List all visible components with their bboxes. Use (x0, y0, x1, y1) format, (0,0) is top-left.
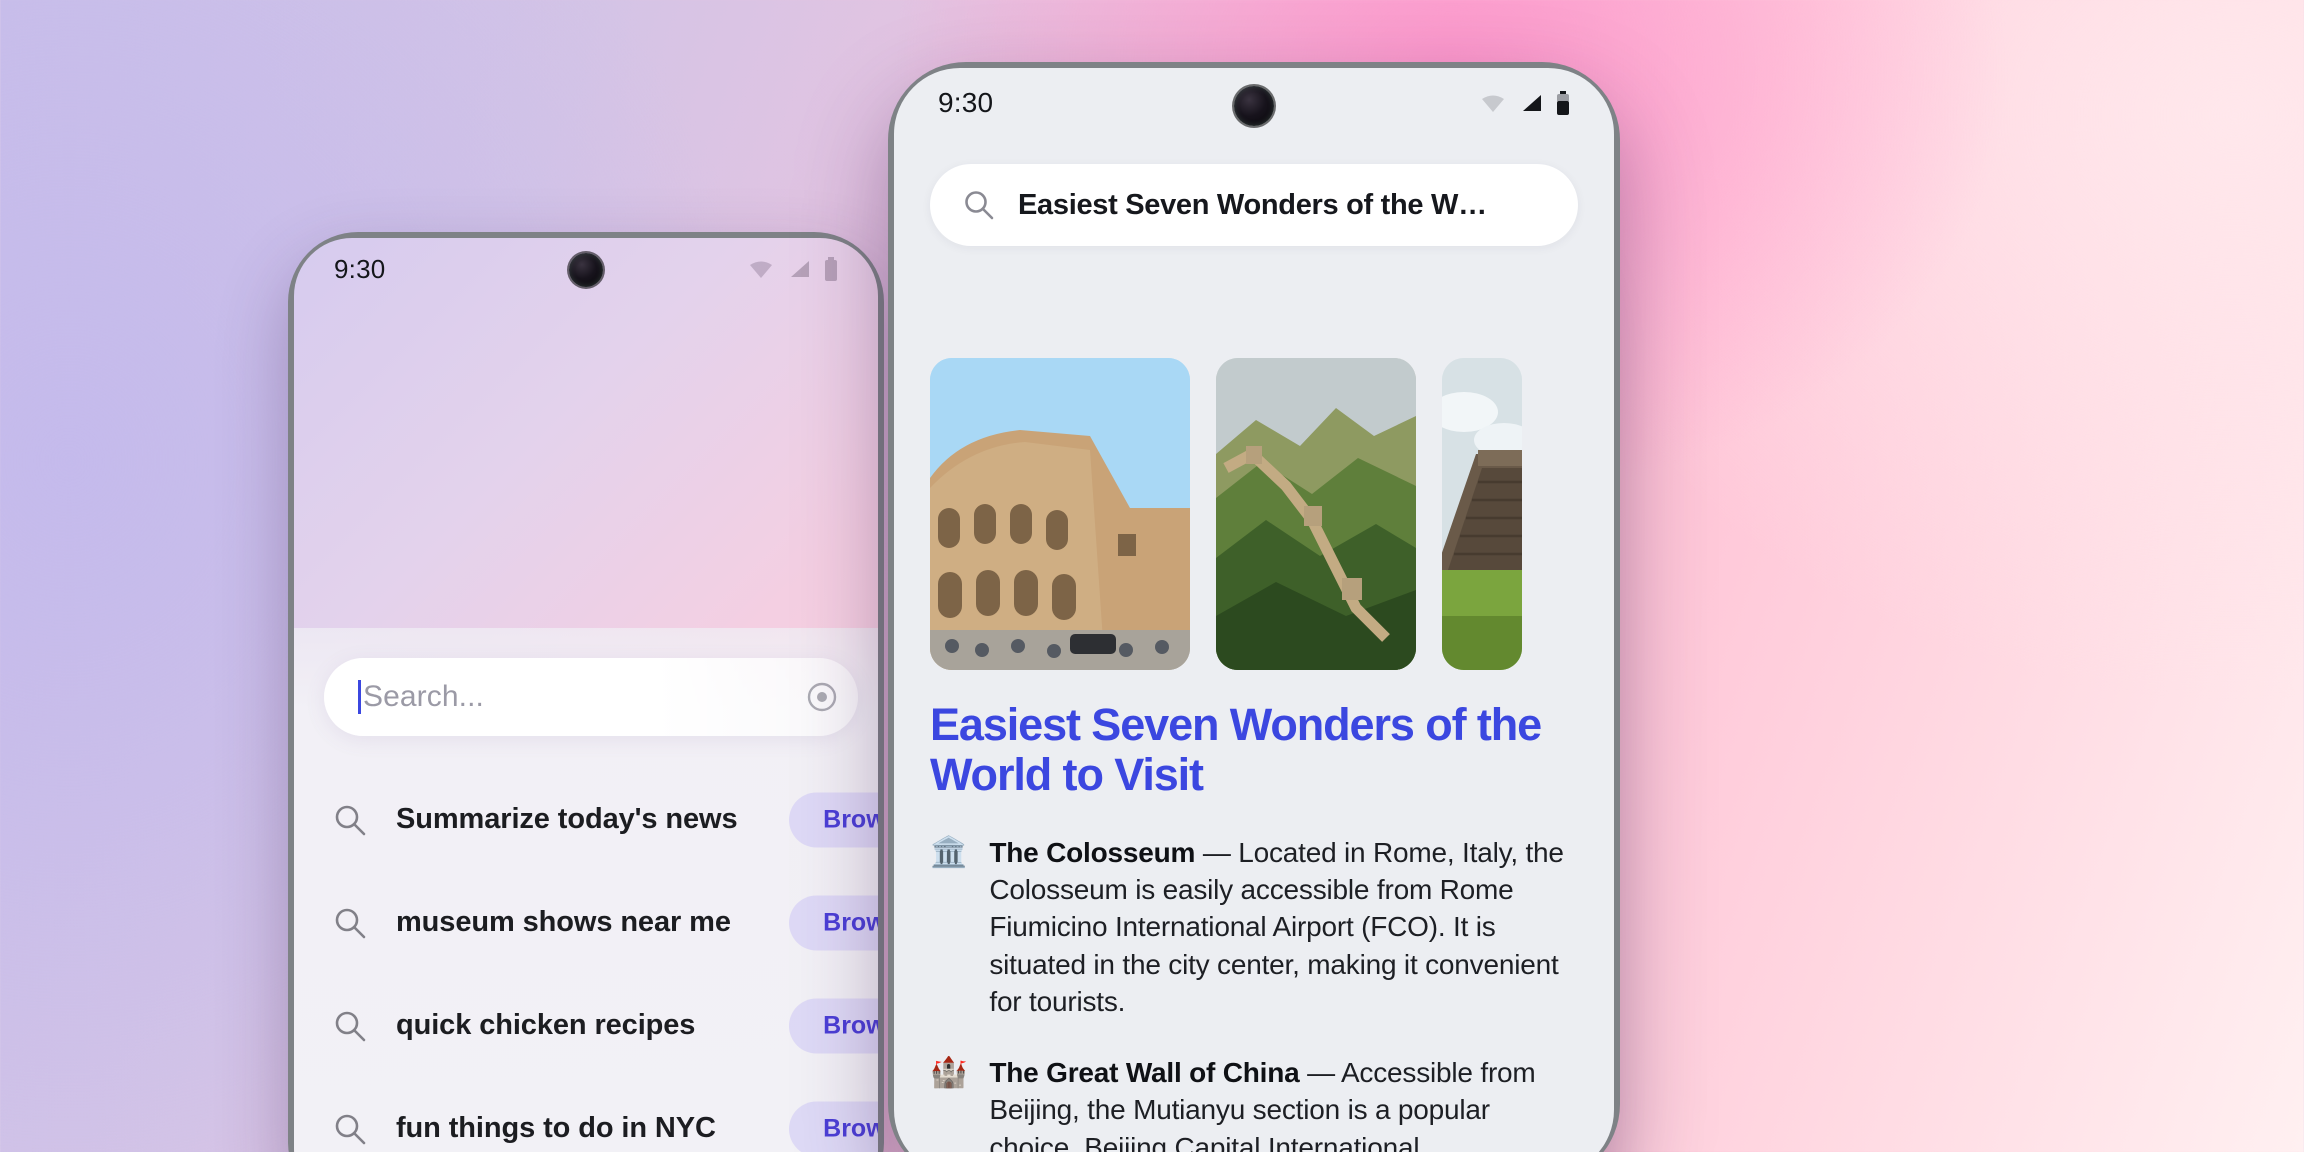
search-icon (335, 1114, 366, 1144)
image-colosseum[interactable] (930, 358, 1190, 670)
search-icon (965, 191, 994, 220)
battery-icon (1557, 91, 1569, 115)
center-status-clock: 9:30 (938, 87, 994, 118)
phone-center-screen: 9:30 Easiest Seven Wonders of the W… Eas… (894, 68, 1614, 1152)
left-status-clock: 9:30 (334, 253, 386, 284)
battery-icon (825, 257, 837, 281)
list-item-text: The Great Wall of China — Accessible fro… (989, 1054, 1578, 1152)
image-great-wall[interactable] (1216, 358, 1416, 670)
wifi-icon (1482, 95, 1504, 112)
phone-center: 9:30 Easiest Seven Wonders of the W… Eas… (888, 62, 1620, 1152)
search-icon (335, 805, 366, 835)
center-search-wrap: Easiest Seven Wonders of the W… (930, 164, 1578, 246)
left-camera-punch-hole (569, 253, 603, 287)
left-search-bar-wrap: Search... (324, 658, 858, 736)
list-item-name: The Great Wall of China (989, 1057, 1300, 1089)
suggestion-row-2[interactable]: quick chicken recipes Browse fo (294, 974, 878, 1077)
phone-left-screen: 9:30 Search... Summarize today's news Br… (294, 238, 878, 1152)
browse-for-me-chip[interactable]: Browse fo (789, 792, 878, 847)
browse-for-me-chip[interactable]: Browse fo (789, 998, 878, 1053)
text-caret (358, 680, 361, 714)
image-chichen-itza[interactable] (1442, 358, 1522, 670)
left-search-input[interactable]: Search... (324, 658, 858, 736)
great-wall-illustration (1216, 358, 1416, 670)
classical-building-icon: 🏛️ (930, 836, 968, 869)
search-icon (335, 908, 366, 938)
left-search-placeholder: Search... (363, 680, 484, 713)
list-item-name: The Colosseum (989, 837, 1196, 868)
wonders-list: 🏛️ The Colosseum — Located in Rome, Ital… (930, 834, 1578, 1152)
center-search-query: Easiest Seven Wonders of the W… (1018, 188, 1487, 221)
cellular-signal-icon (791, 261, 809, 277)
colosseum-illustration (930, 358, 1190, 670)
suggestion-text: quick chicken recipes (396, 1009, 696, 1041)
suggestion-row-3[interactable]: fun things to do in NYC Browse fo (294, 1077, 878, 1152)
suggestion-text: Summarize today's news (396, 803, 738, 835)
suggestion-text: fun things to do in NYC (396, 1112, 716, 1144)
browse-for-me-chip[interactable]: Browse fo (789, 895, 878, 950)
pyramid-illustration (1442, 358, 1522, 670)
center-image-carousel[interactable] (930, 358, 1614, 670)
list-item-text: The Colosseum — Located in Rome, Italy, … (989, 834, 1578, 1020)
cellular-signal-icon (1523, 95, 1541, 111)
search-icon (335, 1011, 366, 1041)
left-suggestion-list: Summarize today's news Browse fo museum … (294, 768, 878, 1152)
center-camera-punch-hole (1234, 86, 1274, 126)
voice-search-icon[interactable] (802, 677, 842, 717)
suggestion-row-1[interactable]: museum shows near me Browse fo (294, 871, 878, 974)
castle-icon: 🏰 (930, 1056, 968, 1090)
left-status-icons (748, 257, 838, 281)
phone-left: 9:30 Search... Summarize today's news Br… (288, 232, 884, 1152)
center-search-input[interactable]: Easiest Seven Wonders of the W… (930, 164, 1578, 246)
suggestion-row-0[interactable]: Summarize today's news Browse fo (294, 768, 878, 871)
page-title: Easiest Seven Wonders of the World to Vi… (930, 699, 1542, 801)
list-item: 🏰 The Great Wall of China — Accessible f… (930, 1054, 1578, 1152)
list-item: 🏛️ The Colosseum — Located in Rome, Ital… (930, 834, 1578, 1020)
wifi-icon (750, 261, 772, 278)
browse-for-me-chip[interactable]: Browse fo (789, 1101, 878, 1152)
suggestion-text: museum shows near me (396, 906, 731, 938)
center-status-icons (1480, 91, 1570, 115)
